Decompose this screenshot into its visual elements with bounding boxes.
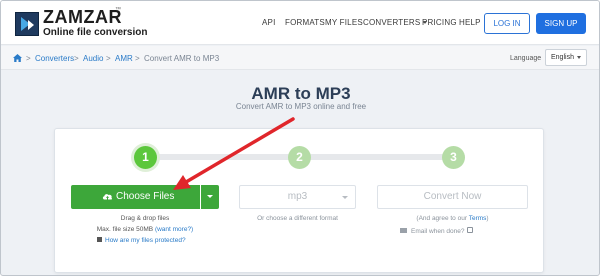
max-file-size-note: Max. file size 50MB (want more?) [71, 226, 219, 234]
brand-name[interactable]: ZAMZAR [43, 8, 122, 26]
page-frame: ZAMZAR ™ Online file conversion API FORM… [0, 0, 600, 276]
lock-icon [97, 236, 102, 242]
email-when-done-checkbox[interactable] [467, 227, 474, 234]
nav-api[interactable]: API [262, 18, 276, 28]
convert-now-button[interactable]: Convert Now [377, 185, 528, 209]
files-protected-row[interactable]: How are my files protected? [97, 236, 186, 245]
language-select[interactable]: English [545, 49, 587, 66]
login-button[interactable]: LOG IN [484, 13, 530, 34]
breadcrumb-separator: > [74, 54, 79, 63]
format-hint: Or choose a different format [257, 215, 338, 222]
nav-pricing[interactable]: PRICING [422, 18, 457, 28]
mail-icon [400, 227, 407, 233]
breadcrumb: > Converters > Audio > AMR > Convert AMR… [1, 46, 599, 70]
drag-drop-hint: Drag & drop files [120, 215, 170, 222]
format-select[interactable]: mp3 [239, 185, 356, 209]
breadcrumb-converters[interactable]: Converters [35, 54, 74, 63]
brand-tagline: Online file conversion [43, 27, 148, 38]
home-icon[interactable] [13, 54, 22, 62]
breadcrumb-separator: > [26, 54, 31, 63]
step-2-indicator: 2 [288, 146, 311, 169]
breadcrumb-separator: > [106, 54, 111, 63]
page-title: AMR to MP3 [251, 84, 351, 103]
email-when-done-label: Email when done? [411, 228, 465, 235]
site-header: ZAMZAR ™ Online file conversion API FORM… [1, 1, 599, 45]
breadcrumb-current: Convert AMR to MP3 [144, 54, 220, 63]
zamzar-logo-icon[interactable] [15, 12, 39, 36]
page-subtitle: Convert AMR to MP3 online and free [235, 102, 367, 111]
step-3-indicator: 3 [442, 146, 465, 169]
want-more-link[interactable]: (want more?) [155, 226, 193, 233]
chevron-down-icon [577, 56, 581, 59]
terms-suffix: ) [486, 215, 489, 222]
format-selected: mp3 [287, 191, 308, 202]
max-file-size-text: Max. file size 50MB [96, 226, 154, 233]
breadcrumb-separator: > [135, 54, 140, 63]
language-selected: English [551, 54, 574, 61]
nav-converters[interactable]: CONVERTERS [363, 18, 428, 28]
nav-formats[interactable]: FORMATS [285, 18, 325, 28]
language-label: Language [510, 55, 542, 62]
choose-files-button[interactable]: Choose Files [71, 185, 200, 209]
trademark-mark: ™ [115, 7, 121, 13]
upload-source-dropdown[interactable] [201, 185, 219, 209]
email-when-done-row: Email when done? [400, 227, 474, 236]
breadcrumb-audio[interactable]: Audio [83, 54, 103, 63]
breadcrumb-amr[interactable]: AMR [115, 54, 133, 63]
nav-my-files[interactable]: MY FILES [325, 18, 363, 28]
nav-converters-label: CONVERTERS [363, 18, 421, 27]
terms-link[interactable]: Terms [469, 215, 487, 222]
step-1-indicator: 1 [134, 146, 157, 169]
nav-help[interactable]: HELP [459, 18, 481, 28]
chevron-down-icon [342, 196, 348, 199]
signup-button[interactable]: SIGN UP [536, 13, 586, 34]
terms-note: (And agree to our Terms) [377, 215, 528, 223]
cloud-upload-icon [102, 194, 113, 201]
choose-files-label: Choose Files [116, 191, 175, 202]
terms-prefix: (And agree to our [416, 215, 467, 222]
files-protected-link[interactable]: How are my files protected? [105, 237, 186, 244]
